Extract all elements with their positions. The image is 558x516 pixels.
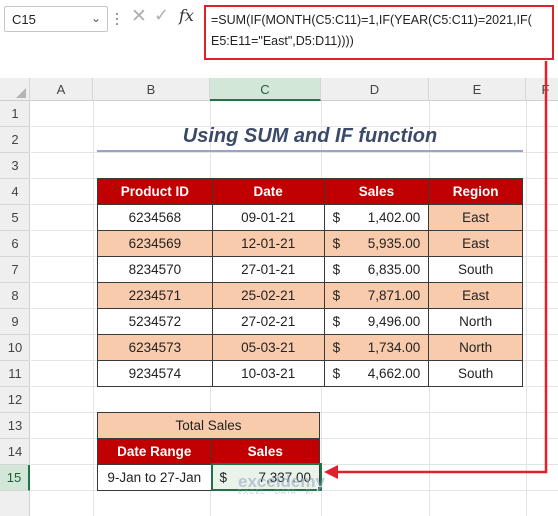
currency-symbol: $ [332, 210, 341, 225]
currency-symbol: $ [332, 314, 341, 329]
sales-amount: 4,662.00 [367, 366, 421, 381]
column-header-e[interactable]: E [429, 78, 526, 101]
table-row: 8234570 27-01-21 $6,835.00 South [97, 256, 523, 283]
cell-product-id[interactable]: 2234571 [97, 282, 213, 309]
fx-icon[interactable]: fx [179, 6, 194, 25]
cell-date[interactable]: 27-01-21 [211, 256, 325, 283]
currency-symbol: $ [219, 470, 228, 485]
formula-line-1: =SUM(IF(MONTH(C5:C11)=1,IF(YEAR(C5:C11)=… [211, 13, 532, 27]
row-header-11[interactable]: 11 [0, 361, 30, 387]
column-header-d[interactable]: D [321, 78, 429, 101]
cell-region[interactable]: North [428, 308, 523, 335]
formula-bar-area: C15 ⌄ ✕ ✓ fx =SUM(IF(MONTH(C5:C11)=1,IF(… [0, 0, 558, 78]
name-box[interactable]: C15 ⌄ [4, 6, 108, 32]
cell-sales[interactable]: $4,662.00 [323, 360, 430, 387]
cell-product-id[interactable]: 5234572 [97, 308, 213, 335]
select-all-corner[interactable] [0, 78, 30, 101]
column-header-f[interactable]: F [526, 78, 558, 101]
sales-table: Product ID Date Sales Region 6234568 09-… [97, 178, 523, 387]
header-date-range[interactable]: Date Range [97, 438, 212, 465]
cell-date[interactable]: 05-03-21 [211, 334, 325, 361]
cell-date[interactable]: 10-03-21 [211, 360, 325, 387]
currency-symbol: $ [332, 262, 341, 277]
header-total-sales[interactable]: Sales [210, 438, 320, 465]
table-row: 5234572 27-02-21 $9,496.00 North [97, 308, 523, 335]
cell-sales[interactable]: $9,496.00 [323, 308, 430, 335]
formula-bar-resize-handle-icon[interactable] [114, 10, 120, 28]
cell-date-range[interactable]: 9-Jan to 27-Jan [97, 464, 212, 491]
cell-region[interactable]: South [428, 360, 523, 387]
cell-product-id[interactable]: 6234573 [97, 334, 213, 361]
currency-symbol: $ [332, 288, 341, 303]
row-header-2[interactable]: 2 [0, 127, 30, 153]
column-headers: A B C D E F [0, 78, 558, 101]
cell-product-id[interactable]: 6234569 [97, 230, 213, 257]
row-header-15[interactable]: 15 [0, 465, 30, 491]
cell-sales[interactable]: $5,935.00 [323, 230, 430, 257]
header-date[interactable]: Date [211, 178, 325, 205]
cell-sales[interactable]: $7,871.00 [323, 282, 430, 309]
row-header-4[interactable]: 4 [0, 179, 30, 205]
row-header-10[interactable]: 10 [0, 335, 30, 361]
cell-product-id[interactable]: 8234570 [97, 256, 213, 283]
table-header-row: Product ID Date Sales Region [97, 178, 523, 205]
chevron-down-icon[interactable]: ⌄ [91, 11, 101, 25]
name-box-value: C15 [12, 12, 36, 27]
row-header-5[interactable]: 5 [0, 205, 30, 231]
cell-sales[interactable]: $1,734.00 [323, 334, 430, 361]
row-header-12[interactable]: 12 [0, 387, 30, 413]
watermark-logo: exceldemy EXCEL · DATA · BI [238, 472, 358, 502]
currency-symbol: $ [332, 340, 341, 355]
currency-symbol: $ [332, 366, 341, 381]
row-headers: 1 2 3 4 5 6 7 8 9 10 11 12 13 14 15 [0, 101, 30, 516]
row-header-7[interactable]: 7 [0, 257, 30, 283]
cancel-icon[interactable]: ✕ [131, 5, 147, 28]
row-header-8[interactable]: 8 [0, 283, 30, 309]
title-underline [97, 150, 523, 152]
column-header-b[interactable]: B [93, 78, 210, 101]
sales-amount: 7,871.00 [367, 288, 421, 303]
cell-product-id[interactable]: 6234568 [97, 204, 213, 231]
enter-check-icon[interactable]: ✓ [154, 5, 169, 26]
sales-amount: 5,935.00 [367, 236, 421, 251]
total-sales-title[interactable]: Total Sales [97, 412, 320, 439]
currency-symbol: $ [332, 236, 341, 251]
cell-date[interactable]: 12-01-21 [211, 230, 325, 257]
column-header-a[interactable]: A [30, 78, 93, 101]
cell-region[interactable]: East [428, 282, 523, 309]
row-header-14[interactable]: 14 [0, 439, 30, 465]
cell-region[interactable]: East [428, 204, 523, 231]
sales-amount: 9,496.00 [367, 314, 421, 329]
header-product-id[interactable]: Product ID [97, 178, 213, 205]
cell-date[interactable]: 25-02-21 [211, 282, 325, 309]
watermark-tagline: EXCEL · DATA · BI [238, 489, 314, 496]
row-header-13[interactable]: 13 [0, 413, 30, 439]
row-header-9[interactable]: 9 [0, 309, 30, 335]
cell-sales[interactable]: $6,835.00 [323, 256, 430, 283]
row-header-6[interactable]: 6 [0, 231, 30, 257]
row-header-1[interactable]: 1 [0, 101, 30, 127]
column-header-c[interactable]: C [210, 78, 321, 101]
row-header-3[interactable]: 3 [0, 153, 30, 179]
header-sales[interactable]: Sales [323, 178, 430, 205]
formula-input[interactable]: =SUM(IF(MONTH(C5:C11)=1,IF(YEAR(C5:C11)=… [204, 5, 554, 60]
sales-amount: 1,734.00 [367, 340, 421, 355]
cell-region[interactable]: South [428, 256, 523, 283]
table-row: 6234573 05-03-21 $1,734.00 North [97, 334, 523, 361]
cell-region[interactable]: North [428, 334, 523, 361]
cell-sales[interactable]: $1,402.00 [323, 204, 430, 231]
table-row: 9234574 10-03-21 $4,662.00 South [97, 360, 523, 387]
cell-product-id[interactable]: 9234574 [97, 360, 213, 387]
header-region[interactable]: Region [428, 178, 523, 205]
sales-amount: 6,835.00 [367, 262, 421, 277]
formula-line-2: E5:E11="East",D5:D11)))) [211, 34, 354, 48]
table-row: 2234571 25-02-21 $7,871.00 East [97, 282, 523, 309]
table-row: 6234569 12-01-21 $5,935.00 East [97, 230, 523, 257]
cell-date[interactable]: 27-02-21 [211, 308, 325, 335]
sheet-title: Using SUM and IF function [182, 125, 438, 147]
cell-region[interactable]: East [428, 230, 523, 257]
cell-date[interactable]: 09-01-21 [211, 204, 325, 231]
sales-amount: 1,402.00 [367, 210, 421, 225]
table-row: 6234568 09-01-21 $1,402.00 East [97, 204, 523, 231]
